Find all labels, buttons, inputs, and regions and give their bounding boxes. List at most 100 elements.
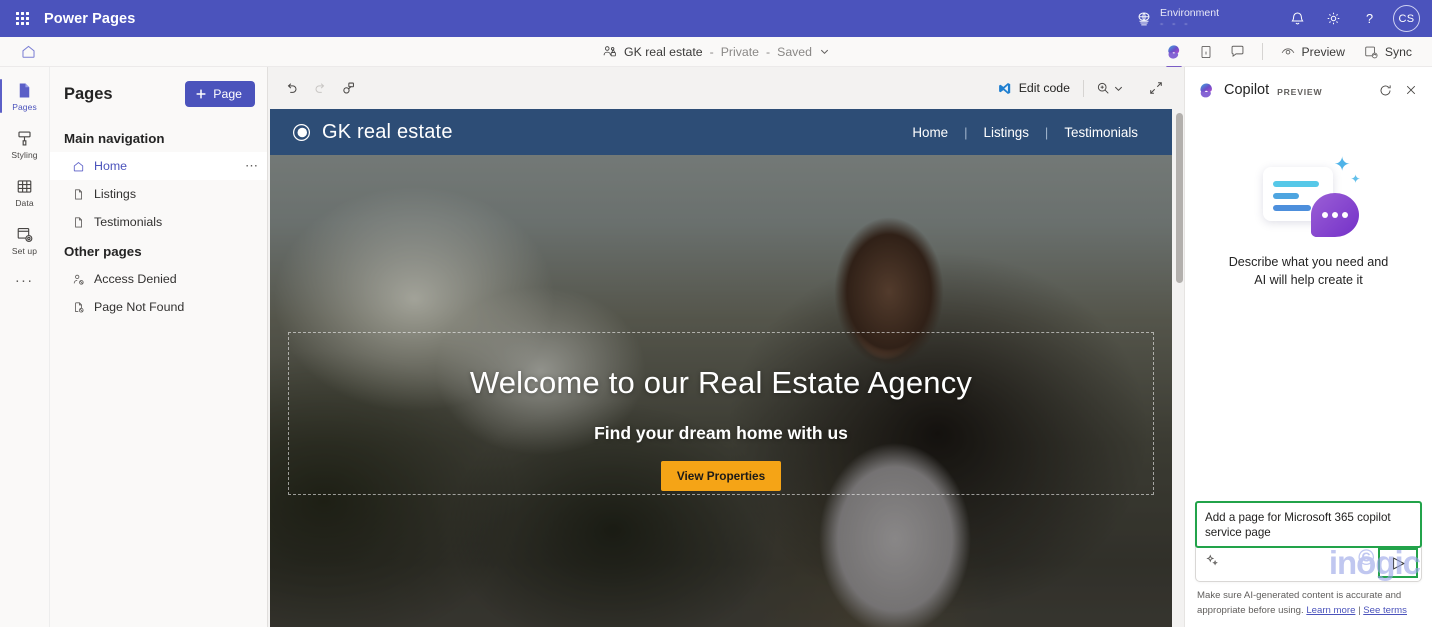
page-item-access-denied[interactable]: Access Denied (50, 265, 267, 293)
sync-button[interactable]: Sync (1355, 39, 1420, 65)
sidebar-overflow-button[interactable]: ... (15, 269, 34, 299)
sparkle-icon: ✦ (1333, 154, 1351, 176)
copilot-composer: Add a page for Microsoft 365 copilot ser… (1185, 500, 1432, 627)
pages-icon (19, 82, 30, 98)
power-pages-app: Power Pages Environment - - - ? CS GK re… (0, 0, 1432, 627)
setup-icon (17, 227, 33, 242)
copilot-input-container: Add a page for Microsoft 365 copilot ser… (1195, 500, 1422, 583)
file-icon (75, 216, 82, 227)
edit-code-label: Edit code (1018, 81, 1070, 95)
settings-button[interactable] (1315, 0, 1351, 37)
copilot-close-button[interactable] (1400, 79, 1422, 101)
waffle-icon (15, 12, 29, 25)
see-terms-link[interactable]: See terms (1363, 605, 1407, 616)
sidebar-label-styling: Styling (11, 149, 38, 160)
sidebar-item-styling[interactable]: Styling (0, 123, 50, 165)
hero-heading: Welcome to our Real Estate Agency (469, 365, 973, 400)
fullscreen-button[interactable] (1142, 75, 1170, 101)
illustration-line (1272, 205, 1311, 211)
site-nav-link-listings[interactable]: Listings (968, 125, 1045, 140)
pages-title: Pages (64, 84, 113, 103)
file-icon (75, 188, 82, 199)
components-button[interactable] (334, 75, 362, 101)
zoom-in-icon (1097, 82, 1109, 94)
copilot-icon (1200, 82, 1212, 97)
site-people-icon (603, 46, 616, 57)
site-nav-links: Home | Listings | Testimonials (896, 125, 1154, 140)
page-label-listings: Listings (94, 187, 137, 201)
site-nav-link-testimonials[interactable]: Testimonials (1048, 125, 1154, 140)
copilot-empty-state: ✦ ✦ Describe what you need and AI will h… (1185, 109, 1432, 501)
site-selector[interactable]: GK real estate - Private - Saved (596, 42, 836, 61)
gear-icon (1327, 12, 1339, 25)
expand-icon (1150, 82, 1162, 94)
canvas-scrollbar[interactable] (1176, 111, 1183, 611)
undo-icon (287, 83, 297, 93)
home-icon (73, 161, 84, 171)
environment-selector[interactable]: Environment - - - (1135, 7, 1219, 31)
canvas-area: Edit code GK real estate Home | Listings… (268, 67, 1184, 627)
page-item-testimonials[interactable]: Testimonials (50, 208, 267, 236)
environment-globe-icon (1138, 11, 1150, 25)
styling-icon (18, 130, 31, 146)
page-item-page-not-found[interactable]: Page Not Found (50, 293, 267, 321)
undo-button[interactable] (278, 75, 306, 101)
copilot-send-button[interactable] (1378, 548, 1418, 579)
comments-button[interactable] (1223, 39, 1253, 65)
site-save-status: Saved (777, 44, 812, 59)
info-panel-icon (1201, 45, 1210, 58)
sparkle-wand-icon (1206, 554, 1218, 566)
data-icon (17, 179, 32, 193)
notifications-button[interactable] (1279, 0, 1315, 37)
plus-icon (196, 89, 206, 99)
command-bar: GK real estate - Private - Saved Preview… (0, 37, 1432, 69)
sidebar-item-pages[interactable]: Pages (0, 75, 50, 117)
command-divider (1261, 43, 1263, 60)
page-label-home: Home (94, 159, 128, 173)
copilot-icon (1167, 44, 1179, 59)
preview-button[interactable]: Preview (1272, 39, 1353, 65)
app-launcher-button[interactable] (0, 0, 44, 37)
copilot-title: Copilot (1224, 82, 1270, 98)
sidebar-item-data[interactable]: Data (0, 171, 50, 213)
command-bar-actions: Preview Sync (1159, 39, 1432, 69)
pages-panel-header: Pages Page (50, 67, 267, 119)
copilot-empty-line-1: Describe what you need and (1228, 255, 1389, 269)
page-label-page-not-found: Page Not Found (94, 300, 185, 314)
chevron-down-icon (1114, 86, 1123, 91)
canvas-scrollbar-thumb[interactable] (1176, 113, 1183, 283)
home-button[interactable] (0, 43, 56, 60)
page-context-menu-button[interactable]: ⋯ (245, 158, 259, 174)
zoom-control[interactable] (1091, 77, 1128, 99)
page-details-button[interactable] (1191, 39, 1221, 65)
copilot-disclaimer: Make sure AI-generated content is accura… (1195, 582, 1422, 619)
add-page-button[interactable]: Page (185, 81, 255, 107)
site-chip-sep-1: - (709, 44, 714, 59)
edit-code-button[interactable]: Edit code (991, 77, 1076, 100)
copilot-toggle-button[interactable] (1159, 39, 1189, 69)
learn-more-link[interactable]: Learn more (1306, 605, 1355, 616)
copilot-refresh-button[interactable] (1374, 79, 1396, 101)
copilot-prompt-input[interactable]: Add a page for Microsoft 365 copilot ser… (1195, 500, 1422, 549)
prompt-suggestions-button[interactable] (1205, 553, 1225, 573)
chat-bubble-icon (1310, 193, 1359, 237)
site-logo[interactable]: GK real estate (292, 121, 453, 144)
copilot-input-actions (1196, 547, 1421, 581)
help-button[interactable]: ? (1351, 0, 1387, 37)
redo-button[interactable] (306, 75, 334, 101)
hero-content-block[interactable]: Welcome to our Real Estate Agency Find y… (288, 332, 1154, 495)
site-nav-link-home[interactable]: Home (896, 125, 964, 140)
user-avatar[interactable]: CS (1393, 5, 1420, 32)
bell-icon (1290, 12, 1304, 25)
hero-subheading: Find your dream home with us (594, 423, 848, 443)
hero-section[interactable]: Welcome to our Real Estate Agency Find y… (270, 155, 1172, 627)
copilot-preview-badge: PREVIEW (1277, 86, 1323, 97)
page-item-listings[interactable]: Listings (50, 180, 267, 208)
copilot-empty-line-2: AI will help create it (1254, 273, 1363, 288)
view-properties-button[interactable]: View Properties (660, 461, 782, 491)
sidebar-item-setup[interactable]: Set up (0, 219, 50, 261)
page-item-home[interactable]: Home ⋯ (50, 152, 267, 180)
canvas-toolbar-divider (1083, 79, 1084, 97)
copilot-header: Copilot PREVIEW (1185, 67, 1432, 109)
send-icon (1392, 556, 1405, 570)
